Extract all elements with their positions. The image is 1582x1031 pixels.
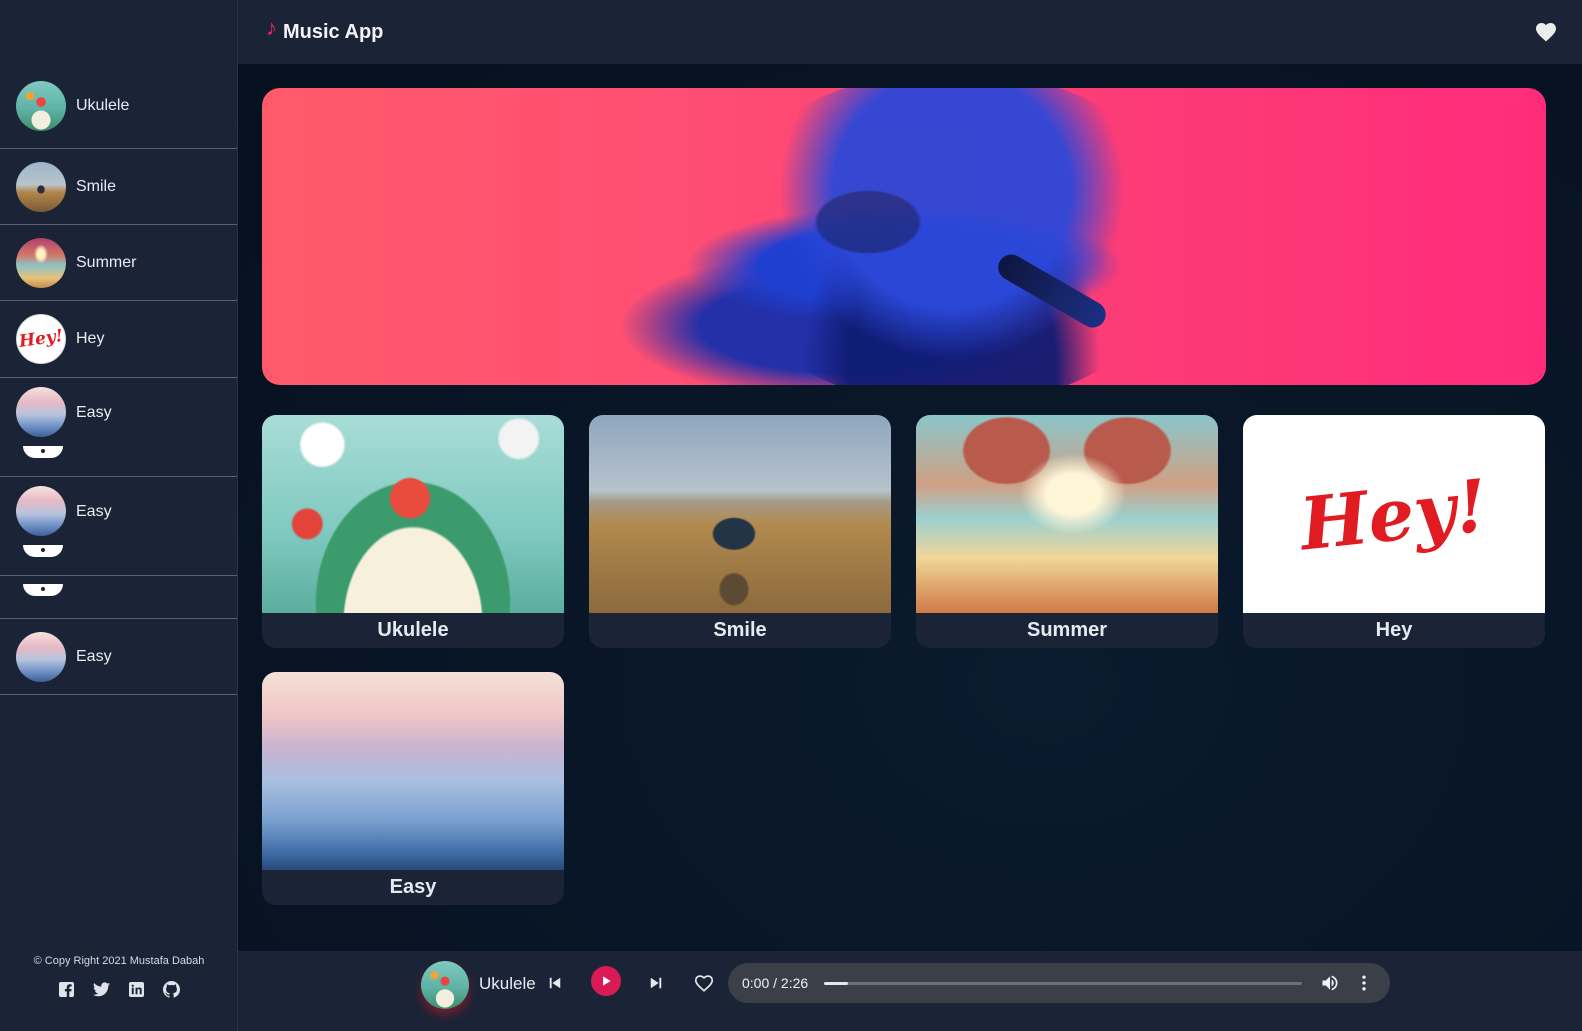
- song-card-smile[interactable]: Smile: [589, 415, 891, 648]
- player-bar: Ukulele 0:00 / 2:26: [238, 951, 1582, 1031]
- social-links: [0, 981, 238, 998]
- app-title: Music App: [283, 20, 384, 43]
- sidebar-item-ukulele[interactable]: Ukulele: [0, 64, 237, 149]
- sidebar-item-easy[interactable]: Easy: [0, 378, 237, 477]
- song-avatar: [16, 81, 66, 131]
- song-card-title: Summer: [1026, 619, 1108, 641]
- more-options-icon[interactable]: [1354, 973, 1374, 993]
- progress-slider[interactable]: [824, 982, 1302, 985]
- now-playing-avatar: [421, 961, 469, 1009]
- song-card-ukulele[interactable]: Ukulele: [262, 415, 564, 648]
- top-bar: ♪ Music App: [238, 0, 1582, 64]
- audio-controls: 0:00 / 2:26: [728, 963, 1390, 1003]
- song-grid: Ukulele Smile Summer Hey! Hey Easy: [262, 415, 1546, 905]
- song-cover: Hey!: [1243, 415, 1545, 613]
- sidebar-item-label: Summer: [76, 253, 137, 271]
- skip-previous-icon[interactable]: [543, 971, 567, 995]
- play-button[interactable]: [591, 966, 621, 996]
- linkedin-icon[interactable]: [128, 981, 145, 998]
- song-avatar: [16, 237, 66, 288]
- partial-avatar-icon: [23, 446, 63, 458]
- song-card-easy[interactable]: Easy: [262, 672, 564, 905]
- song-card-hey[interactable]: Hey! Hey: [1243, 415, 1545, 648]
- song-avatar: Hey!: [16, 314, 66, 364]
- sidebar-item-label: Ukulele: [76, 97, 130, 114]
- github-icon[interactable]: [163, 981, 180, 998]
- sidebar-item-label: Hey: [76, 330, 105, 347]
- sidebar-item-hey[interactable]: Hey! Hey: [0, 301, 237, 378]
- partial-avatar-icon: [23, 545, 63, 557]
- song-card-title: Ukulele: [377, 619, 449, 641]
- hero-banner: [262, 88, 1546, 385]
- sidebar-item-partial[interactable]: [0, 576, 237, 619]
- volume-icon[interactable]: [1320, 973, 1340, 993]
- music-note-icon: ♪: [266, 15, 277, 40]
- song-cover: [262, 415, 564, 613]
- hey-art-text: Hey!: [1296, 461, 1492, 567]
- song-cover: [916, 415, 1218, 613]
- sidebar-item-label: Easy: [76, 503, 112, 520]
- song-card-summer[interactable]: Summer: [916, 415, 1218, 648]
- sidebar-item-easy[interactable]: Easy: [0, 619, 237, 695]
- sidebar-item-label: Easy: [76, 647, 112, 665]
- song-cover: [589, 415, 891, 613]
- sidebar-item-label: Smile: [76, 177, 117, 195]
- sidebar-header: [0, 0, 237, 64]
- song-card-title: Easy: [389, 876, 437, 898]
- song-avatar: [16, 387, 66, 437]
- sidebar-item-easy[interactable]: Easy: [0, 477, 237, 576]
- song-card-title: Hey: [1375, 619, 1413, 641]
- sidebar-item-summer[interactable]: Summer: [0, 225, 237, 301]
- facebook-icon[interactable]: [58, 981, 75, 998]
- progress-fill: [824, 982, 848, 985]
- time-display: 0:00 / 2:26: [742, 975, 809, 991]
- sidebar-footer: © Copy Right 2021 Mustafa Dabah: [0, 951, 238, 1031]
- sidebar-item-label: Easy: [76, 404, 112, 421]
- partial-avatar-icon: [23, 584, 63, 596]
- sidebar: Ukulele Smile Summer Hey! Hey Easy Easy …: [0, 0, 238, 1031]
- copyright-text: © Copy Right 2021 Mustafa Dabah: [33, 955, 205, 967]
- favorite-outline-icon[interactable]: [692, 971, 716, 995]
- heart-icon[interactable]: [1534, 20, 1558, 44]
- hey-logo-icon: Hey!: [17, 326, 65, 352]
- song-avatar: [16, 486, 66, 536]
- singer-image: [742, 88, 1162, 385]
- song-card-title: Smile: [713, 619, 767, 641]
- song-cover: [262, 672, 564, 870]
- song-avatar: [16, 631, 66, 682]
- twitter-icon[interactable]: [93, 981, 110, 998]
- now-playing-title: Ukulele: [479, 974, 536, 993]
- main-content: Ukulele Smile Summer Hey! Hey Easy: [238, 64, 1582, 951]
- skip-next-icon[interactable]: [644, 971, 668, 995]
- sidebar-item-smile[interactable]: Smile: [0, 149, 237, 225]
- song-avatar: [16, 161, 66, 212]
